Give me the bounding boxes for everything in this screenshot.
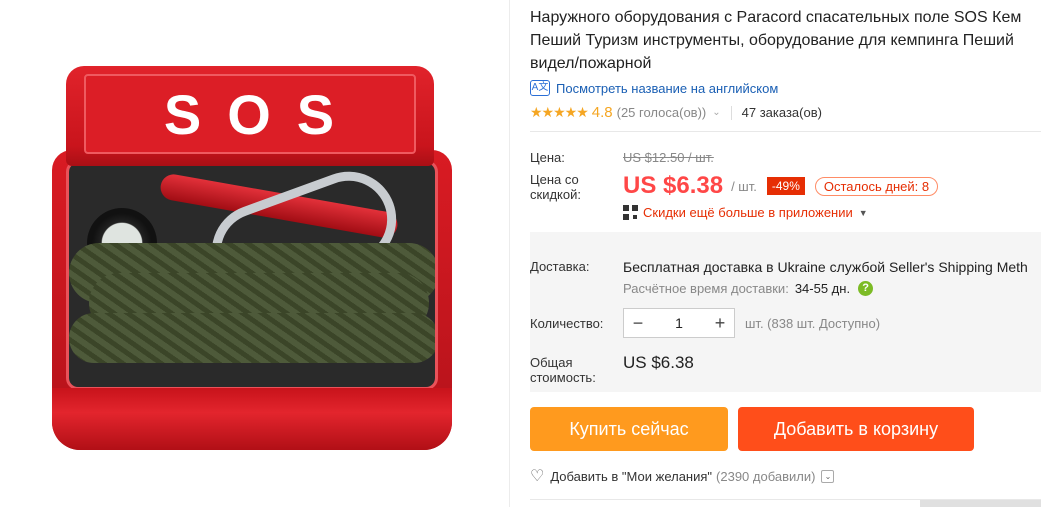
- rating-stars-icon: ★★★★★: [530, 104, 589, 120]
- product-info: Наружного оборудования с Paracord спасат…: [530, 0, 1041, 507]
- view-english-title-link[interactable]: A文 Посмотреть название на английском: [530, 80, 778, 96]
- rating-row: ★★★★★ 4.8 (25 голоса(ов)) ⌄ 47 заказа(ов…: [530, 104, 822, 121]
- product-title: Наружного оборудования с Paracord спасат…: [530, 6, 1041, 75]
- bottom-tab[interactable]: [920, 500, 1041, 507]
- quantity-input[interactable]: 1: [652, 315, 706, 331]
- gallery-divider: [509, 0, 510, 507]
- orders-count: 47 заказа(ов): [741, 105, 822, 120]
- chevron-down-icon[interactable]: ⌄: [821, 469, 835, 483]
- quantity-stepper[interactable]: − 1 +: [623, 308, 735, 338]
- rating-separator: [730, 105, 732, 120]
- product-image-tin-body[interactable]: [52, 150, 452, 450]
- add-to-cart-button[interactable]: Добавить в корзину: [738, 407, 974, 451]
- discount-price-label: Цена со скидкой:: [530, 172, 581, 202]
- tin-contents: [66, 160, 438, 390]
- chevron-down-icon[interactable]: ⌄: [712, 107, 720, 118]
- current-price: US $6.38: [623, 172, 724, 199]
- delivery-time-label: Расчётное время доставки:: [623, 281, 789, 296]
- days-left-badge: Осталось дней: 8: [814, 176, 939, 196]
- app-deal-link[interactable]: Скидки ещё больше в приложении ▼: [623, 205, 868, 220]
- qr-code-icon: [623, 205, 638, 220]
- heart-icon: ♡: [530, 468, 545, 485]
- sos-lid-text: SOS: [163, 82, 361, 146]
- stock-available: шт. (838 шт. Доступно): [745, 316, 881, 331]
- original-price: US $12.50 / шт.: [623, 150, 714, 165]
- translate-icon: A文: [530, 80, 550, 96]
- sos-plate: SOS: [84, 74, 416, 154]
- price-label: Цена:: [530, 150, 565, 165]
- product-gallery: SOS: [0, 0, 510, 507]
- product-image-tin-lid: SOS: [66, 66, 434, 166]
- rating-votes-link[interactable]: (25 голоса(ов)): [617, 105, 707, 120]
- delivery-time-value: 34-55 дн.: [794, 281, 851, 296]
- discount-price-row: US $6.38 / шт. -49% Осталось дней: 8: [623, 172, 939, 200]
- app-deal-label: Скидки ещё больше в приложении: [643, 205, 853, 220]
- shipping-label: Доставка:: [530, 259, 590, 274]
- price-unit: / шт.: [731, 178, 757, 194]
- rating-score: 4.8: [591, 104, 613, 121]
- quantity-plus-button[interactable]: +: [706, 313, 734, 334]
- add-to-wishlist-link[interactable]: ♡ Добавить в "Мои желания" (2390 добавил…: [530, 466, 835, 486]
- total-label: Общая стоимость:: [530, 355, 596, 385]
- buy-now-button[interactable]: Купить сейчас: [530, 407, 728, 451]
- product-title-line: Наружного оборудования с Paracord спасат…: [530, 9, 1022, 26]
- caret-down-icon: ▼: [858, 207, 868, 218]
- discount-badge: -49%: [766, 177, 805, 195]
- product-title-line: Пеший Туризм инструменты, оборудование д…: [530, 32, 1014, 49]
- delivery-time: Расчётное время доставки: 34-55 дн. ?: [623, 281, 874, 296]
- view-english-title-label: Посмотреть название на английском: [556, 80, 779, 96]
- quantity-label: Количество:: [530, 316, 604, 331]
- divider: [530, 131, 1041, 132]
- paracord-graphic: [69, 313, 435, 363]
- product-title-line: видел/пожарной: [530, 55, 652, 72]
- wishlist-label: Добавить в "Мои желания": [550, 468, 713, 484]
- help-icon[interactable]: ?: [858, 281, 874, 296]
- quantity-minus-button[interactable]: −: [624, 313, 652, 334]
- shipping-method-link[interactable]: Бесплатная доставка в Ukraine службой Se…: [623, 259, 1028, 275]
- total-price: US $6.38: [623, 353, 694, 372]
- tin-base: [52, 388, 452, 450]
- wishlist-count: (2390 добавили): [716, 468, 816, 484]
